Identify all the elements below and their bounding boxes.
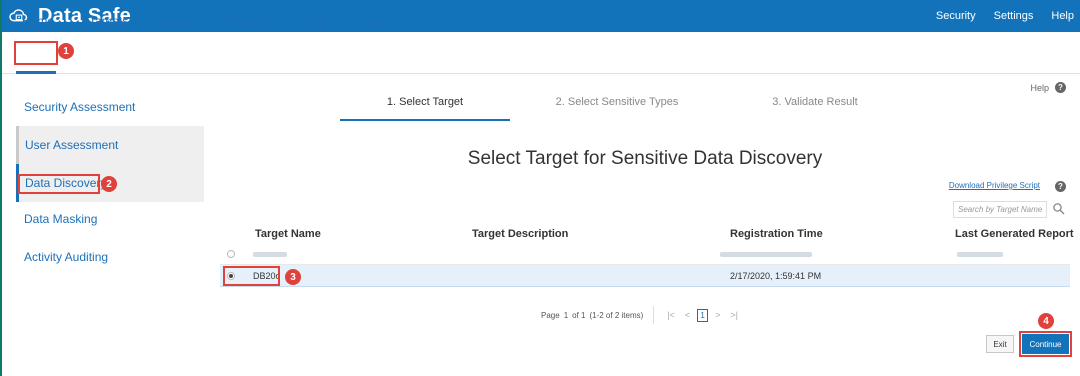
exit-button[interactable]: Exit <box>986 335 1014 353</box>
last-page-icon[interactable]: >| <box>730 310 738 320</box>
page-title: Select Target for Sensitive Data Discove… <box>467 148 823 169</box>
tab-reports[interactable]: Reports <box>227 14 269 28</box>
callout-badge-3: 3 <box>285 269 301 285</box>
first-page-icon[interactable]: |< <box>667 310 675 320</box>
step-select-sensitive-types: 2. Select Sensitive Types <box>555 96 679 108</box>
sidebar-item-activity-auditing[interactable]: Activity Auditing <box>16 238 204 276</box>
search-input[interactable]: Search by Target Name <box>953 201 1047 218</box>
callout-badge-4: 4 <box>1038 313 1054 329</box>
pagination: Page 1 of 1 (1-2 of 2 items) |< < 1 > >| <box>541 306 741 324</box>
tab-targets[interactable]: Targets <box>89 14 128 28</box>
top-links: Security Settings Help <box>936 0 1074 32</box>
callout-box-home <box>14 41 58 65</box>
redacted-report-link <box>957 252 1003 257</box>
redacted-target-name <box>253 252 287 257</box>
active-step-indicator <box>340 119 510 121</box>
previous-page-icon[interactable]: < <box>685 310 690 320</box>
callout-badge-2: 2 <box>101 176 117 192</box>
help-link[interactable]: Help ? <box>1030 82 1066 93</box>
redacted-registration-time <box>720 252 812 257</box>
next-page-icon[interactable]: > <box>715 310 720 320</box>
download-privilege-script-link[interactable]: Download Privilege Script <box>949 181 1040 190</box>
callout-badge-1: 1 <box>58 43 74 59</box>
tab-library[interactable]: Library <box>158 14 195 28</box>
column-header-last-generated-report[interactable]: Last Generated Report <box>955 228 1074 240</box>
security-link[interactable]: Security <box>936 10 976 22</box>
column-header-registration-time[interactable]: Registration Time <box>730 228 823 240</box>
page-number-button[interactable]: 1 <box>697 308 709 322</box>
page-items-count: (1-2 of 2 items) <box>589 310 644 320</box>
step-select-target: 1. Select Target <box>386 96 464 108</box>
help-icon[interactable]: ? <box>1055 181 1066 192</box>
continue-button[interactable]: Continue <box>1022 334 1069 354</box>
sidebar-item-security-assessment[interactable]: Security Assessment <box>16 88 204 126</box>
pager-divider <box>653 306 655 324</box>
help-top-link[interactable]: Help <box>1051 10 1074 22</box>
search-icon[interactable] <box>1052 202 1066 216</box>
sidebar-item-user-assessment[interactable]: User Assessment <box>16 126 204 164</box>
tab-jobs[interactable]: Jobs <box>359 14 384 28</box>
active-tab-indicator <box>16 71 56 74</box>
tab-home[interactable]: Home <box>22 14 54 28</box>
column-header-target-name[interactable]: Target Name <box>255 228 321 240</box>
nav-bar <box>0 32 1080 74</box>
sidebar-item-data-masking[interactable]: Data Masking <box>16 200 204 238</box>
tab-alerts[interactable]: Alerts <box>298 14 329 28</box>
help-label: Help <box>1030 82 1049 93</box>
table-row[interactable] <box>220 243 1070 265</box>
page-label: Page <box>541 310 560 320</box>
callout-box-target-row <box>223 266 280 286</box>
registration-time-cell: 2/17/2020, 1:59:41 PM <box>730 271 822 281</box>
column-header-target-description[interactable]: Target Description <box>472 228 568 240</box>
callout-box-data-discovery <box>18 174 100 194</box>
row-radio[interactable] <box>227 250 235 258</box>
settings-link[interactable]: Settings <box>994 10 1034 22</box>
help-icon: ? <box>1055 82 1066 93</box>
page-current: 1 <box>563 310 569 320</box>
page-total: of 1 <box>572 310 586 320</box>
step-validate-result: 3. Validate Result <box>772 96 858 108</box>
table-row-selected[interactable]: DB20c 2/17/2020, 1:59:41 PM <box>220 265 1070 287</box>
